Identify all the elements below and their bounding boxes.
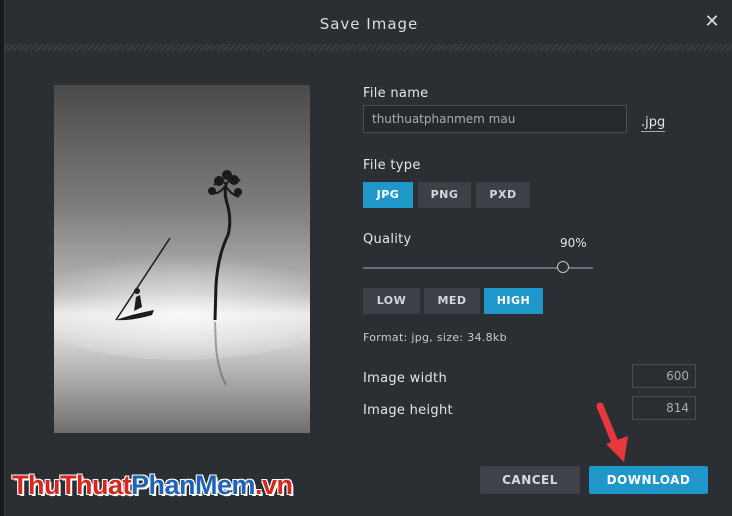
quality-high[interactable]: HIGH [484, 288, 543, 314]
image-preview [12, 85, 352, 433]
file-extension[interactable]: .jpg [641, 115, 666, 132]
red-arrow-annotation [596, 402, 628, 462]
close-icon[interactable]: ✕ [703, 13, 721, 31]
quality-low[interactable]: LOW [363, 288, 420, 314]
file-type-label: File type [363, 158, 421, 173]
file-name-label: File name [363, 86, 429, 101]
quality-slider-handle[interactable] [557, 261, 569, 273]
file-type-jpg[interactable]: JPG [363, 182, 413, 208]
image-width-field[interactable]: 600 [632, 364, 696, 388]
quality-med[interactable]: MED [424, 288, 480, 314]
file-name-input[interactable] [363, 105, 627, 133]
dialog-title: Save Image [319, 15, 419, 33]
dialog-titlebar: Save Image ✕ [5, 0, 732, 48]
quality-label: Quality [363, 232, 412, 247]
watermark-part3: .vn [255, 470, 293, 500]
watermark-logo: ThuThuatPhanMem.vn [12, 470, 293, 501]
watermark-part1: ThuThuat [12, 470, 131, 500]
titlebar-divider [5, 44, 732, 51]
image-height-field[interactable]: 814 [632, 396, 696, 420]
image-width-label: Image width [363, 371, 447, 386]
file-type-pxd[interactable]: PXD [476, 182, 530, 208]
watermark-part2: PhanMem [130, 470, 256, 500]
cancel-button[interactable]: CANCEL [480, 466, 580, 494]
format-info: Format: jpg, size: 34.8kb [363, 331, 507, 344]
quality-value: 90% [560, 236, 587, 250]
image-height-label: Image height [363, 403, 453, 418]
preview-photo [12, 85, 352, 433]
file-type-png[interactable]: PNG [418, 182, 471, 208]
download-button[interactable]: DOWNLOAD [589, 466, 708, 494]
